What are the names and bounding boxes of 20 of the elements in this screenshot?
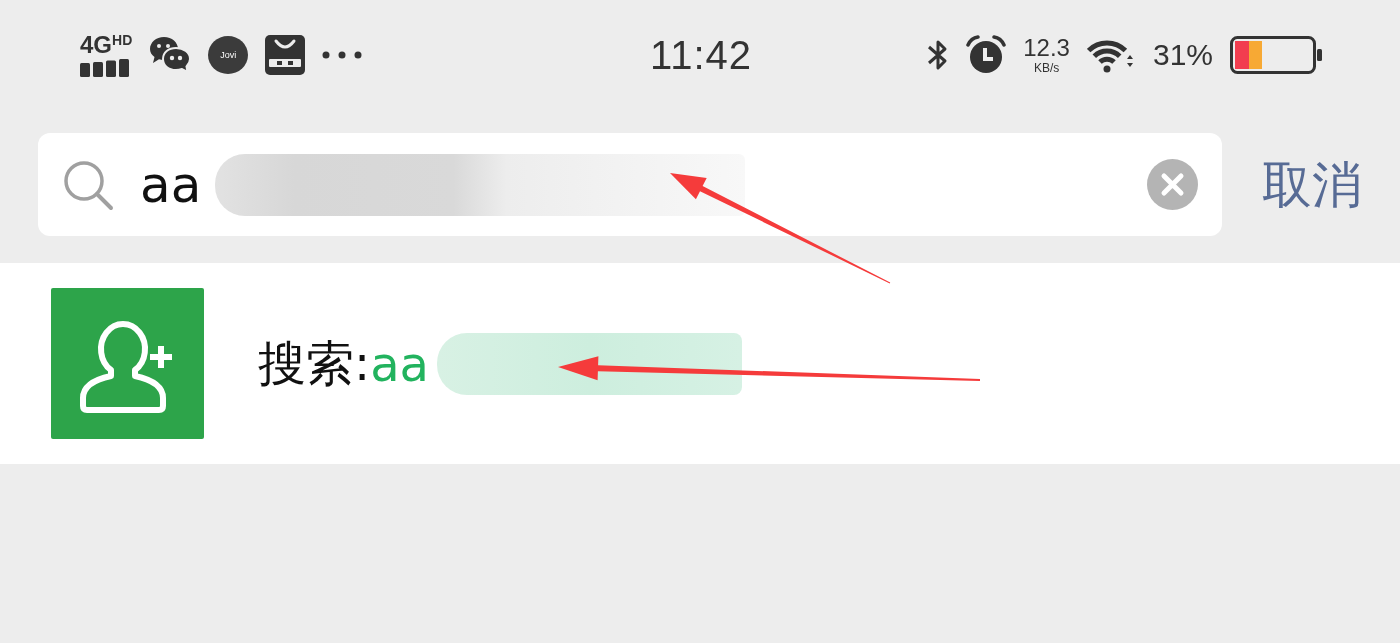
search-icon xyxy=(62,158,114,211)
bag-icon xyxy=(265,35,306,75)
more-icon xyxy=(322,51,363,59)
app-badge: Jovi xyxy=(208,36,249,74)
battery-percent: 31% xyxy=(1152,38,1213,72)
clock-time: 11:42 xyxy=(649,32,753,78)
signal-icon xyxy=(80,59,130,77)
add-contact-icon xyxy=(51,288,204,439)
search-field[interactable]: aa xyxy=(38,133,1222,236)
network-speed-unit: KB/s xyxy=(1033,62,1060,74)
search-result-label: 搜索: xyxy=(258,333,371,393)
hd-label: HD xyxy=(112,33,133,47)
battery-icon xyxy=(1230,36,1322,74)
search-result-item[interactable]: 搜索:aa xyxy=(0,263,1400,464)
network-speed-value: 12.3 xyxy=(1023,36,1070,60)
alarm-clock-icon xyxy=(966,35,1007,75)
clear-icon[interactable] xyxy=(1147,159,1198,210)
cancel-button[interactable]: 取消 xyxy=(1262,154,1362,215)
network-type-label: 4G xyxy=(80,33,112,57)
search-query-text: aa xyxy=(370,335,429,392)
